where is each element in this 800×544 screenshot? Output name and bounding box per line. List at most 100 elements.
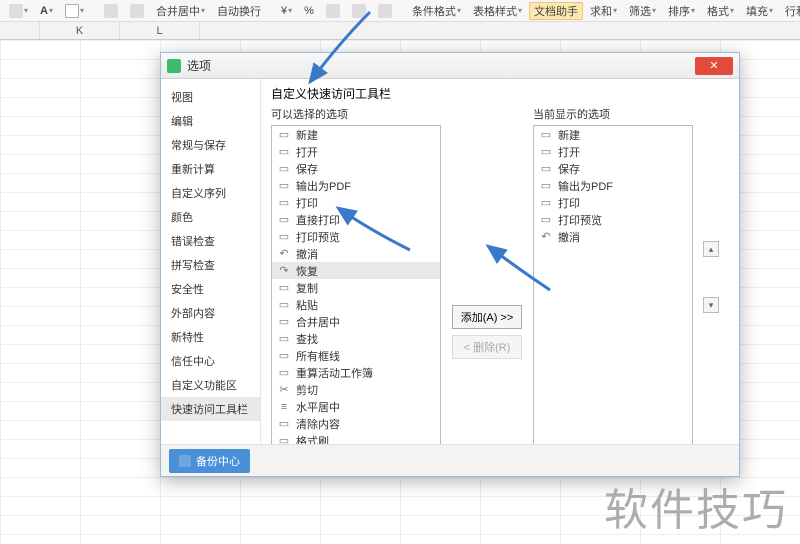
available-item[interactable]: ▭重算活动工作簿: [272, 364, 440, 381]
comma-button[interactable]: [321, 2, 345, 20]
cmd-label: 打开: [296, 144, 318, 160]
cmd-label: 打开: [558, 144, 580, 160]
cmd-label: 输出为PDF: [296, 178, 351, 194]
filter-button[interactable]: 筛选▾: [624, 2, 661, 20]
sidebar-item-10[interactable]: 新特性: [161, 325, 260, 349]
cmd-icon: ✂: [278, 384, 290, 396]
cmd-icon: ▭: [278, 350, 290, 362]
available-item[interactable]: ✂ 剪切: [272, 381, 440, 398]
sort-button[interactable]: 排序▾: [663, 2, 700, 20]
highlight-icon[interactable]: ▾: [60, 2, 89, 20]
currency-button[interactable]: ¥▾: [276, 2, 297, 20]
current-item[interactable]: ↶撤消: [534, 228, 692, 245]
remove-button[interactable]: < 删除(R): [452, 335, 522, 359]
available-item[interactable]: ▭合并居中: [272, 313, 440, 330]
cmd-icon: ▭: [278, 282, 290, 294]
col-K[interactable]: K: [40, 22, 120, 39]
fill-button[interactable]: 填充▾: [741, 2, 778, 20]
cmd-icon: ▭: [278, 316, 290, 328]
move-down-button[interactable]: ▾: [703, 297, 719, 313]
available-item[interactable]: ▭粘贴: [272, 296, 440, 313]
cmd-label: 复制: [296, 280, 318, 296]
cmd-label: 清除内容: [296, 416, 340, 432]
available-item[interactable]: ≡水平居中: [272, 398, 440, 415]
col-L[interactable]: L: [120, 22, 200, 39]
ribbon-toolbar: ▾ A▾ ▾ 合并居中▾ 自动换行 ¥▾ % 条件格式▾ 表格样式▾ 文档助手 …: [0, 0, 800, 22]
cmd-icon: ↶: [278, 248, 290, 260]
current-commands-list[interactable]: ▭新建▭打开▭保存▭输出为PDF▭打印▭打印预览↶撤消: [533, 125, 693, 447]
sidebar-item-7[interactable]: 拼写检查: [161, 253, 260, 277]
move-up-button[interactable]: ▴: [703, 241, 719, 257]
cmd-icon: ▭: [278, 163, 290, 175]
doc-assistant-button[interactable]: 文档助手: [529, 2, 583, 20]
auto-wrap-button[interactable]: 自动换行: [212, 2, 266, 20]
dialog-titlebar[interactable]: 选项 ✕: [161, 53, 739, 79]
available-item[interactable]: ↷ 恢复: [272, 262, 440, 279]
cmd-icon: ↷: [278, 265, 290, 277]
cmd-label: 重算活动工作簿: [296, 365, 373, 381]
current-item[interactable]: ▭输出为PDF: [534, 177, 692, 194]
current-item[interactable]: ▭新建: [534, 126, 692, 143]
available-item[interactable]: ↶撤消: [272, 245, 440, 262]
merge-center-button[interactable]: 合并居中▾: [151, 2, 210, 20]
cmd-label: 保存: [296, 161, 318, 177]
available-item[interactable]: ▭所有框线: [272, 347, 440, 364]
cmd-icon: ▭: [278, 180, 290, 192]
dialog-footer: 备份中心: [161, 444, 739, 476]
dec-decimal-button[interactable]: [373, 2, 397, 20]
cond-format-button[interactable]: 条件格式▾: [407, 2, 466, 20]
sidebar-item-13[interactable]: 快速访问工具栏: [161, 397, 260, 421]
available-item[interactable]: ▭打印预览: [272, 228, 440, 245]
backup-label: 备份中心: [196, 453, 240, 469]
sidebar-item-1[interactable]: 编辑: [161, 109, 260, 133]
indent-icon[interactable]: [125, 2, 149, 20]
percent-button[interactable]: %: [299, 2, 319, 20]
close-button[interactable]: ✕: [695, 57, 733, 75]
add-button[interactable]: 添加(A) >>: [452, 305, 522, 329]
cmd-label: 撤消: [558, 229, 580, 245]
font-fill-icon[interactable]: ▾: [4, 2, 33, 20]
inc-decimal-button[interactable]: [347, 2, 371, 20]
align-icon[interactable]: [99, 2, 123, 20]
sidebar-item-5[interactable]: 颜色: [161, 205, 260, 229]
sidebar-item-3[interactable]: 重新计算: [161, 157, 260, 181]
cmd-icon: ▭: [278, 146, 290, 158]
sidebar-item-12[interactable]: 自定义功能区: [161, 373, 260, 397]
cmd-icon: ▭: [278, 299, 290, 311]
current-item[interactable]: ▭保存: [534, 160, 692, 177]
cmd-icon: ▭: [540, 214, 552, 226]
available-item[interactable]: ▭新建: [272, 126, 440, 143]
current-item[interactable]: ▭打印: [534, 194, 692, 211]
available-commands-list[interactable]: ▭新建▭打开▭保存▭输出为PDF▭打印▭直接打印▭打印预览↶撤消↷恢复▭复制▭粘…: [271, 125, 441, 447]
cmd-label: 恢复: [296, 263, 318, 279]
transfer-buttons: 添加(A) >> < 删除(R): [449, 106, 525, 447]
sidebar-item-6[interactable]: 错误检查: [161, 229, 260, 253]
available-item[interactable]: ▭ 复制: [272, 279, 440, 296]
available-item[interactable]: ▭直接打印: [272, 211, 440, 228]
sidebar-item-11[interactable]: 信任中心: [161, 349, 260, 373]
format-button[interactable]: 格式▾: [702, 2, 739, 20]
app-logo-icon: [167, 59, 181, 73]
available-item[interactable]: ▭查找: [272, 330, 440, 347]
backup-center-button[interactable]: 备份中心: [169, 449, 250, 473]
panel-title: 自定义快速访问工具栏: [271, 85, 729, 102]
available-item[interactable]: ▭ 输出为PDF: [272, 177, 440, 194]
font-color-icon[interactable]: A▾: [35, 2, 58, 20]
table-style-button[interactable]: 表格样式▾: [468, 2, 527, 20]
available-item[interactable]: ▭清除内容: [272, 415, 440, 432]
row-col-button[interactable]: 行和列▾: [780, 2, 800, 20]
cmd-label: 打印: [296, 195, 318, 211]
current-item[interactable]: ▭打印预览: [534, 211, 692, 228]
sidebar-item-0[interactable]: 视图: [161, 85, 260, 109]
available-item[interactable]: ▭ 保存: [272, 160, 440, 177]
available-item[interactable]: ▭ 打开: [272, 143, 440, 160]
cmd-label: 剪切: [296, 382, 318, 398]
sum-button[interactable]: 求和▾: [585, 2, 622, 20]
sidebar-item-9[interactable]: 外部内容: [161, 301, 260, 325]
sidebar-item-4[interactable]: 自定义序列: [161, 181, 260, 205]
current-item[interactable]: ▭打开: [534, 143, 692, 160]
sidebar-item-2[interactable]: 常规与保存: [161, 133, 260, 157]
cmd-icon: ▭: [278, 129, 290, 141]
sidebar-item-8[interactable]: 安全性: [161, 277, 260, 301]
available-item[interactable]: ▭打印: [272, 194, 440, 211]
